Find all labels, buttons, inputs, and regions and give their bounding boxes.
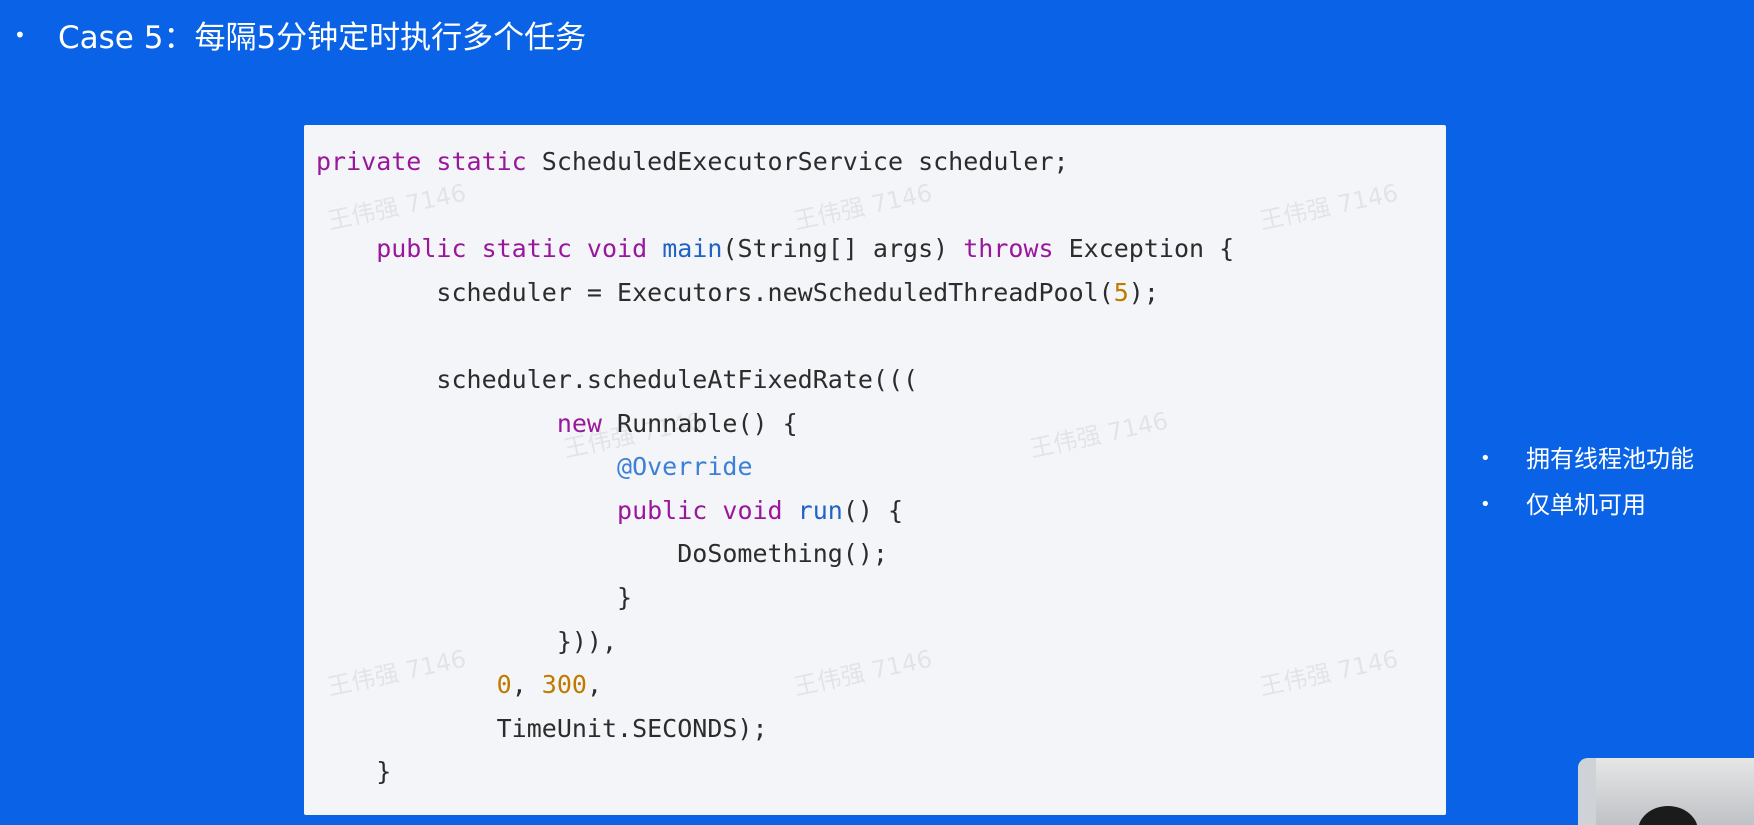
code-line: public void run() { bbox=[316, 491, 903, 531]
code-token: TimeUnit.SECONDS); bbox=[316, 713, 768, 743]
code-line: private static ScheduledExecutorService … bbox=[316, 142, 1069, 182]
code-token: () { bbox=[842, 495, 904, 525]
watermark: 王伟强 7146 bbox=[325, 178, 469, 236]
code-token: scheduler = Executors.newScheduledThread… bbox=[316, 277, 1114, 307]
code-line: public static void main(String[] args) t… bbox=[316, 229, 1234, 269]
code-line: 0, 300, bbox=[316, 665, 602, 705]
code-block: 王伟强 7146 王伟强 7146 王伟强 7146 王伟强 7146 王伟强 … bbox=[304, 125, 1446, 815]
code-token: new bbox=[556, 408, 602, 438]
code-token: public void bbox=[617, 495, 798, 525]
bullet-dot: • bbox=[1480, 448, 1491, 469]
side-bullet-text: 拥有线程池功能 bbox=[1526, 445, 1694, 473]
presenter-silhouette bbox=[1638, 806, 1698, 825]
code-line: new Runnable() { bbox=[316, 404, 798, 444]
code-token: Runnable() { bbox=[601, 408, 798, 438]
code-token: } bbox=[316, 583, 633, 612]
code-token: 300 bbox=[541, 670, 587, 700]
title-bullet: • bbox=[14, 22, 26, 47]
code-line: })), bbox=[316, 622, 617, 662]
slide-title: • Case 5：每隔5分钟定时执行多个任务 bbox=[14, 12, 586, 57]
code-token: Exception { bbox=[1053, 234, 1235, 264]
code-line: scheduler = Executors.newScheduledThread… bbox=[316, 273, 1159, 313]
code-token: run bbox=[797, 495, 843, 525]
code-token: , bbox=[586, 670, 603, 700]
code-token: 0 bbox=[496, 670, 512, 700]
bullet-dot: • bbox=[1480, 494, 1491, 515]
code-line: scheduler.scheduleAtFixedRate((( bbox=[316, 360, 918, 400]
side-bullet-item: • 拥有线程池功能 bbox=[1480, 436, 1694, 482]
side-bullet-text: 仅单机可用 bbox=[1526, 491, 1646, 519]
code-token: , bbox=[511, 670, 542, 700]
code-line: } bbox=[316, 578, 632, 618]
side-bullet-list: • 拥有线程池功能 • 仅单机可用 bbox=[1480, 436, 1694, 528]
code-line: TimeUnit.SECONDS); bbox=[316, 709, 768, 749]
watermark: 王伟强 7146 bbox=[791, 644, 935, 702]
code-token: ScheduledExecutorService scheduler; bbox=[541, 147, 1069, 176]
code-token: throws bbox=[963, 234, 1054, 264]
code-token: 5 bbox=[1113, 277, 1129, 307]
code-token: (String[] args) bbox=[722, 234, 964, 264]
webcam-frame bbox=[1578, 758, 1596, 825]
code-line: } bbox=[316, 752, 391, 792]
code-token: main bbox=[662, 234, 723, 264]
code-token: DoSomething(); bbox=[316, 539, 888, 569]
watermark: 王伟强 7146 bbox=[1027, 406, 1171, 464]
code-token: public static void bbox=[316, 234, 663, 264]
watermark: 王伟强 7146 bbox=[1257, 178, 1401, 236]
code-line: DoSomething(); bbox=[316, 534, 888, 574]
code-token: ); bbox=[1128, 277, 1159, 307]
title-text: Case 5：每隔5分钟定时执行多个任务 bbox=[58, 20, 587, 56]
webcam-overlay bbox=[1578, 758, 1754, 825]
watermark: 王伟强 7146 bbox=[791, 178, 935, 236]
code-token: })), bbox=[316, 626, 618, 656]
watermark: 王伟强 7146 bbox=[1257, 644, 1401, 702]
code-token: } bbox=[316, 757, 392, 787]
side-bullet-item: • 仅单机可用 bbox=[1480, 482, 1694, 528]
code-line: @Override bbox=[316, 447, 753, 487]
code-token: scheduler.scheduleAtFixedRate((( bbox=[316, 365, 919, 394]
code-token: private static bbox=[316, 147, 542, 176]
code-token: @Override bbox=[617, 452, 753, 482]
